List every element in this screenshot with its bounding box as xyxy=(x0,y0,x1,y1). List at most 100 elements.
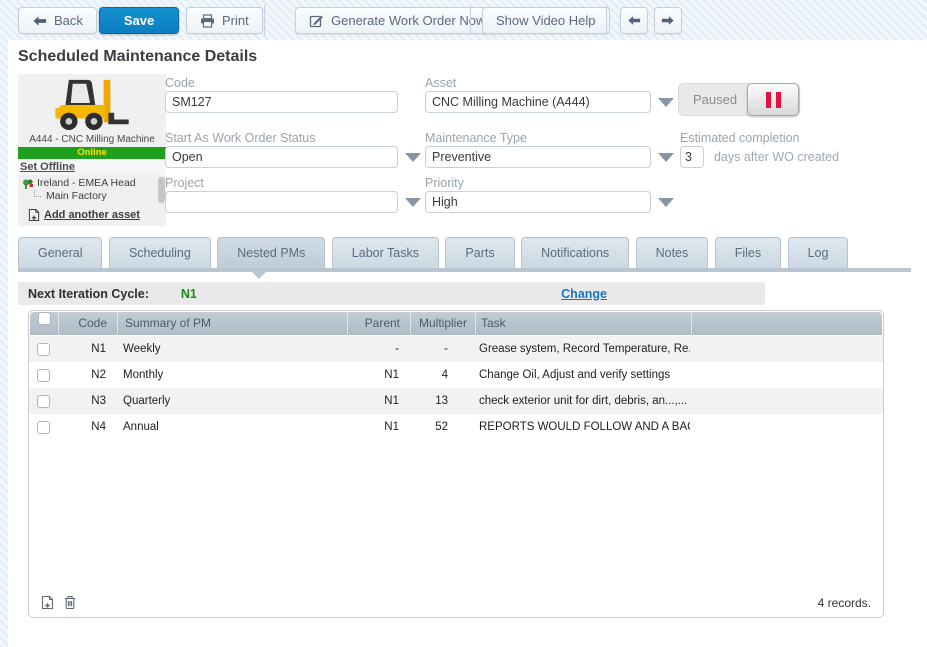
tree-scrollbar[interactable] xyxy=(158,177,165,203)
table-footer: 4 records. xyxy=(41,595,871,610)
next-iteration-value: N1 xyxy=(181,287,197,301)
table-row[interactable]: N4 Annual N1 52 REPORTS WOULD FOLLOW AND… xyxy=(29,414,883,440)
tab-files[interactable]: Files xyxy=(715,237,781,268)
code-input[interactable] xyxy=(165,91,398,113)
tab-notifications[interactable]: Notifications xyxy=(521,237,629,268)
maintenance-type-dropdown-arrow-icon[interactable] xyxy=(658,153,674,162)
tab-label: Log xyxy=(808,246,829,260)
location-item[interactable]: Ireland - EMEA Head xyxy=(22,177,156,190)
cell-multiplier: 13 xyxy=(409,395,474,407)
set-offline-link[interactable]: Set Offline xyxy=(18,159,166,175)
cell-multiplier: - xyxy=(409,343,474,355)
asset-input[interactable] xyxy=(425,91,651,113)
forklift-icon xyxy=(47,76,137,132)
cell-task: REPORTS WOULD FOLLOW AND A BAC... xyxy=(474,421,690,433)
cell-multiplier: 4 xyxy=(409,369,474,381)
paused-control: Paused xyxy=(678,83,800,116)
tab-notes[interactable]: Notes xyxy=(636,237,709,268)
project-input[interactable] xyxy=(165,191,398,213)
tab-label: Files xyxy=(735,246,761,260)
code-label: Code xyxy=(165,76,195,90)
record-count: 4 records. xyxy=(818,596,871,610)
priority-dropdown-arrow-icon[interactable] xyxy=(658,198,674,207)
tab-label: Scheduling xyxy=(129,246,191,260)
column-header-code[interactable]: Code xyxy=(58,312,117,335)
cell-code: N2 xyxy=(57,369,116,381)
save-label: Save xyxy=(124,13,154,28)
delete-record-icon[interactable] xyxy=(64,595,76,610)
column-header-multiplier[interactable]: Multiplier xyxy=(410,312,475,335)
show-video-help-button[interactable]: Show Video Help xyxy=(482,7,610,34)
project-dropdown-arrow-icon[interactable] xyxy=(405,198,421,207)
row-checkbox[interactable] xyxy=(37,395,50,408)
add-another-asset-link[interactable]: Add another asset xyxy=(18,205,166,226)
cell-code: N1 xyxy=(57,343,116,355)
wo-status-dropdown-arrow-icon[interactable] xyxy=(405,153,421,162)
cell-task: Grease system, Record Temperature, Re... xyxy=(474,343,690,355)
tab-scheduling[interactable]: Scheduling xyxy=(109,237,211,268)
tab-nested-pms[interactable]: Nested PMs xyxy=(217,237,325,268)
cell-summary: Weekly xyxy=(116,343,346,355)
content-panel: Scheduled Maintenance Details xyxy=(8,40,927,647)
toolbar-separator xyxy=(606,5,607,35)
nav-next-button[interactable] xyxy=(654,7,682,34)
back-label: Back xyxy=(54,13,83,28)
tab-labor-tasks[interactable]: Labor Tasks xyxy=(332,237,439,268)
tab-label: Notifications xyxy=(541,246,609,260)
cell-task: Change Oil, Adjust and verify settings xyxy=(474,369,690,381)
asset-image xyxy=(18,74,166,134)
column-header-summary[interactable]: Summary of PM xyxy=(117,312,347,335)
add-page-icon xyxy=(28,208,40,222)
row-checkbox[interactable] xyxy=(37,343,50,356)
maintenance-type-input[interactable] xyxy=(425,146,651,168)
toolbar-separator xyxy=(470,5,471,35)
column-header-task[interactable]: Task xyxy=(475,312,691,335)
app-window: Back Save Print Generate Work Order Now … xyxy=(0,0,927,647)
next-iteration-bar: Next Iteration Cycle: N1 Change xyxy=(18,282,765,305)
column-header-parent[interactable]: Parent xyxy=(347,312,410,335)
toolbar-separator xyxy=(264,5,265,35)
sublocation-item[interactable]: Main Factory xyxy=(22,190,156,203)
wo-status-input[interactable] xyxy=(165,146,398,168)
cell-code: N4 xyxy=(57,421,116,433)
save-button[interactable]: Save xyxy=(99,7,179,34)
tab-label: Nested PMs xyxy=(237,246,305,260)
cell-code: N3 xyxy=(57,395,116,407)
printer-icon xyxy=(200,14,215,28)
priority-input[interactable] xyxy=(425,191,651,213)
tab-parts[interactable]: Parts xyxy=(445,237,514,268)
row-checkbox[interactable] xyxy=(37,369,50,382)
change-iteration-link[interactable]: Change xyxy=(561,287,607,301)
generate-work-order-button[interactable]: Generate Work Order Now xyxy=(295,7,499,34)
table-header-row: Code Summary of PM Parent Multiplier Tas… xyxy=(30,312,882,335)
generate-work-order-label: Generate Work Order Now xyxy=(331,13,485,28)
table-row[interactable]: N1 Weekly - - Grease system, Record Temp… xyxy=(29,336,883,362)
table-row[interactable]: N3 Quarterly N1 13 check exterior unit f… xyxy=(29,388,883,414)
tab-log[interactable]: Log xyxy=(788,237,849,268)
print-button[interactable]: Print xyxy=(186,7,263,34)
pause-toggle-button[interactable] xyxy=(747,83,799,116)
add-record-icon[interactable] xyxy=(41,595,54,610)
asset-dropdown-arrow-icon[interactable] xyxy=(658,98,674,107)
estimated-days-input[interactable] xyxy=(680,146,704,168)
add-another-asset-label: Add another asset xyxy=(44,209,140,221)
select-all-checkbox[interactable] xyxy=(38,312,51,325)
cell-task: check exterior unit for dirt, debris, an… xyxy=(474,395,690,407)
show-video-help-label: Show Video Help xyxy=(496,13,596,28)
pause-icon xyxy=(766,92,771,108)
arrow-right-icon xyxy=(661,15,675,26)
tab-general[interactable]: General xyxy=(18,237,102,268)
paused-label: Paused xyxy=(693,92,737,107)
estimated-completion-suffix: days after WO created xyxy=(714,150,839,164)
tab-label: Notes xyxy=(656,246,689,260)
arrow-left-icon xyxy=(627,15,641,26)
pause-icon xyxy=(776,92,781,108)
site-icon xyxy=(22,178,34,190)
row-checkbox[interactable] xyxy=(37,421,50,434)
asset-caption: A444 - CNC Milling Machine xyxy=(18,134,166,147)
tab-label: Labor Tasks xyxy=(352,246,419,260)
cell-multiplier: 52 xyxy=(409,421,474,433)
table-row[interactable]: N2 Monthly N1 4 Change Oil, Adjust and v… xyxy=(29,362,883,388)
back-button[interactable]: Back xyxy=(18,7,97,34)
nav-previous-button[interactable] xyxy=(620,7,648,34)
